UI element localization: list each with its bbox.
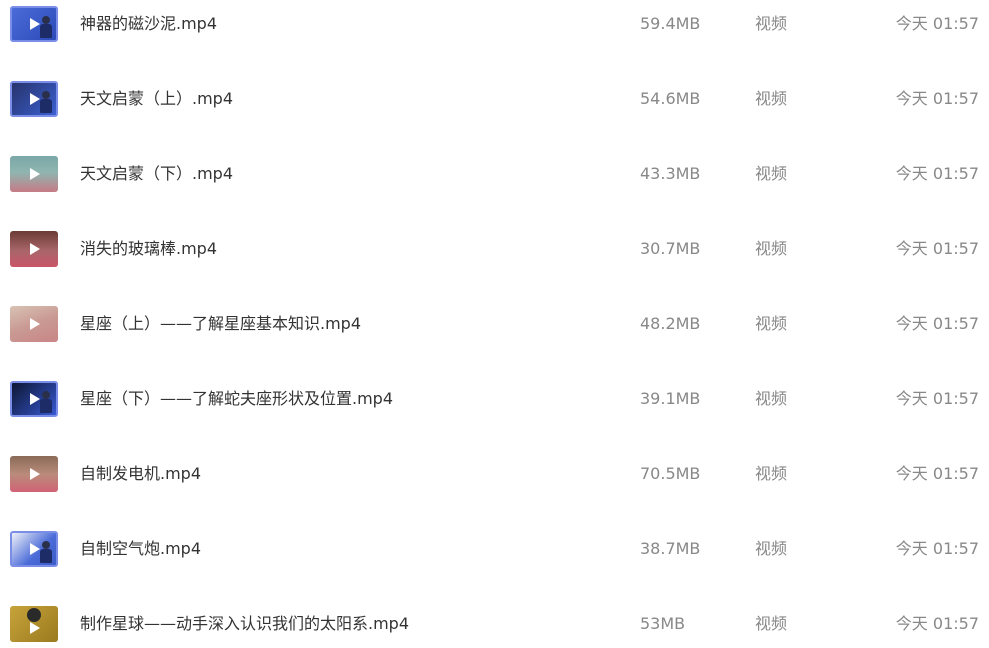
file-row[interactable]: 星座（下）——了解蛇夫座形状及位置.mp4 39.1MB 视频 今天 01:57 [0, 375, 989, 450]
play-icon [30, 18, 40, 30]
file-type: 视频 [755, 539, 788, 558]
file-modified-time: 今天 01:57 [895, 164, 979, 183]
file-row[interactable]: 星座（上）——了解星座基本知识.mp4 48.2MB 视频 今天 01:57 [0, 300, 989, 375]
file-row[interactable]: 神器的磁沙泥.mp4 59.4MB 视频 今天 01:57 [0, 0, 989, 75]
file-list: 神器的磁沙泥.mp4 59.4MB 视频 今天 01:57 天文启蒙（上）.mp… [0, 0, 989, 648]
file-type: 视频 [755, 614, 788, 633]
file-modified-time: 今天 01:57 [895, 14, 979, 33]
file-row[interactable]: 自制发电机.mp4 70.5MB 视频 今天 01:57 [0, 450, 989, 525]
file-row[interactable]: 消失的玻璃棒.mp4 30.7MB 视频 今天 01:57 [0, 225, 989, 300]
file-row[interactable]: 天文启蒙（下）.mp4 43.3MB 视频 今天 01:57 [0, 150, 989, 225]
file-name[interactable]: 星座（下）——了解蛇夫座形状及位置.mp4 [80, 389, 393, 409]
play-icon [30, 622, 40, 634]
person-icon [40, 91, 52, 113]
person-icon [40, 391, 52, 413]
video-thumbnail-icon[interactable] [10, 306, 58, 342]
video-thumbnail-icon[interactable] [10, 606, 58, 642]
file-modified-time: 今天 01:57 [895, 614, 979, 633]
file-row[interactable]: 天文启蒙（上）.mp4 54.6MB 视频 今天 01:57 [0, 75, 989, 150]
file-type: 视频 [755, 464, 788, 483]
file-modified-time: 今天 01:57 [895, 539, 979, 558]
video-thumbnail-icon[interactable] [10, 81, 58, 117]
file-size: 38.7MB [640, 539, 701, 558]
file-size: 30.7MB [640, 239, 701, 258]
file-modified-time: 今天 01:57 [895, 89, 979, 108]
file-name[interactable]: 天文启蒙（下）.mp4 [80, 164, 233, 184]
file-name[interactable]: 星座（上）——了解星座基本知识.mp4 [80, 314, 361, 334]
file-size: 39.1MB [640, 389, 701, 408]
video-thumbnail-icon[interactable] [10, 156, 58, 192]
file-name[interactable]: 天文启蒙（上）.mp4 [80, 89, 233, 109]
play-icon [30, 393, 40, 405]
play-icon [30, 93, 40, 105]
video-thumbnail-icon[interactable] [10, 381, 58, 417]
file-row[interactable]: 制作星球——动手深入认识我们的太阳系.mp4 53MB 视频 今天 01:57 [0, 600, 989, 648]
file-name[interactable]: 自制发电机.mp4 [80, 464, 201, 484]
file-name[interactable]: 自制空气炮.mp4 [80, 539, 201, 559]
file-type: 视频 [755, 164, 788, 183]
play-icon [30, 543, 40, 555]
person-icon [40, 541, 52, 563]
file-modified-time: 今天 01:57 [895, 464, 979, 483]
video-thumbnail-icon[interactable] [10, 531, 58, 567]
video-thumbnail-icon[interactable] [10, 6, 58, 42]
file-type: 视频 [755, 89, 788, 108]
file-size: 48.2MB [640, 314, 701, 333]
file-name[interactable]: 神器的磁沙泥.mp4 [80, 14, 217, 34]
file-type: 视频 [755, 239, 788, 258]
file-type: 视频 [755, 389, 788, 408]
file-modified-time: 今天 01:57 [895, 389, 979, 408]
file-size: 70.5MB [640, 464, 701, 483]
file-name[interactable]: 消失的玻璃棒.mp4 [80, 239, 217, 259]
file-modified-time: 今天 01:57 [895, 314, 979, 333]
file-size: 43.3MB [640, 164, 701, 183]
video-thumbnail-icon[interactable] [10, 231, 58, 267]
person-icon [40, 16, 52, 38]
play-icon [30, 243, 40, 255]
file-type: 视频 [755, 314, 788, 333]
file-name[interactable]: 制作星球——动手深入认识我们的太阳系.mp4 [80, 614, 409, 634]
file-row[interactable]: 自制空气炮.mp4 38.7MB 视频 今天 01:57 [0, 525, 989, 600]
file-type: 视频 [755, 14, 788, 33]
play-icon [30, 168, 40, 180]
planet-icon [27, 608, 41, 622]
file-size: 59.4MB [640, 14, 701, 33]
play-icon [30, 468, 40, 480]
play-icon [30, 318, 40, 330]
file-modified-time: 今天 01:57 [895, 239, 979, 258]
file-size: 54.6MB [640, 89, 701, 108]
file-size: 53MB [640, 614, 686, 633]
video-thumbnail-icon[interactable] [10, 456, 58, 492]
